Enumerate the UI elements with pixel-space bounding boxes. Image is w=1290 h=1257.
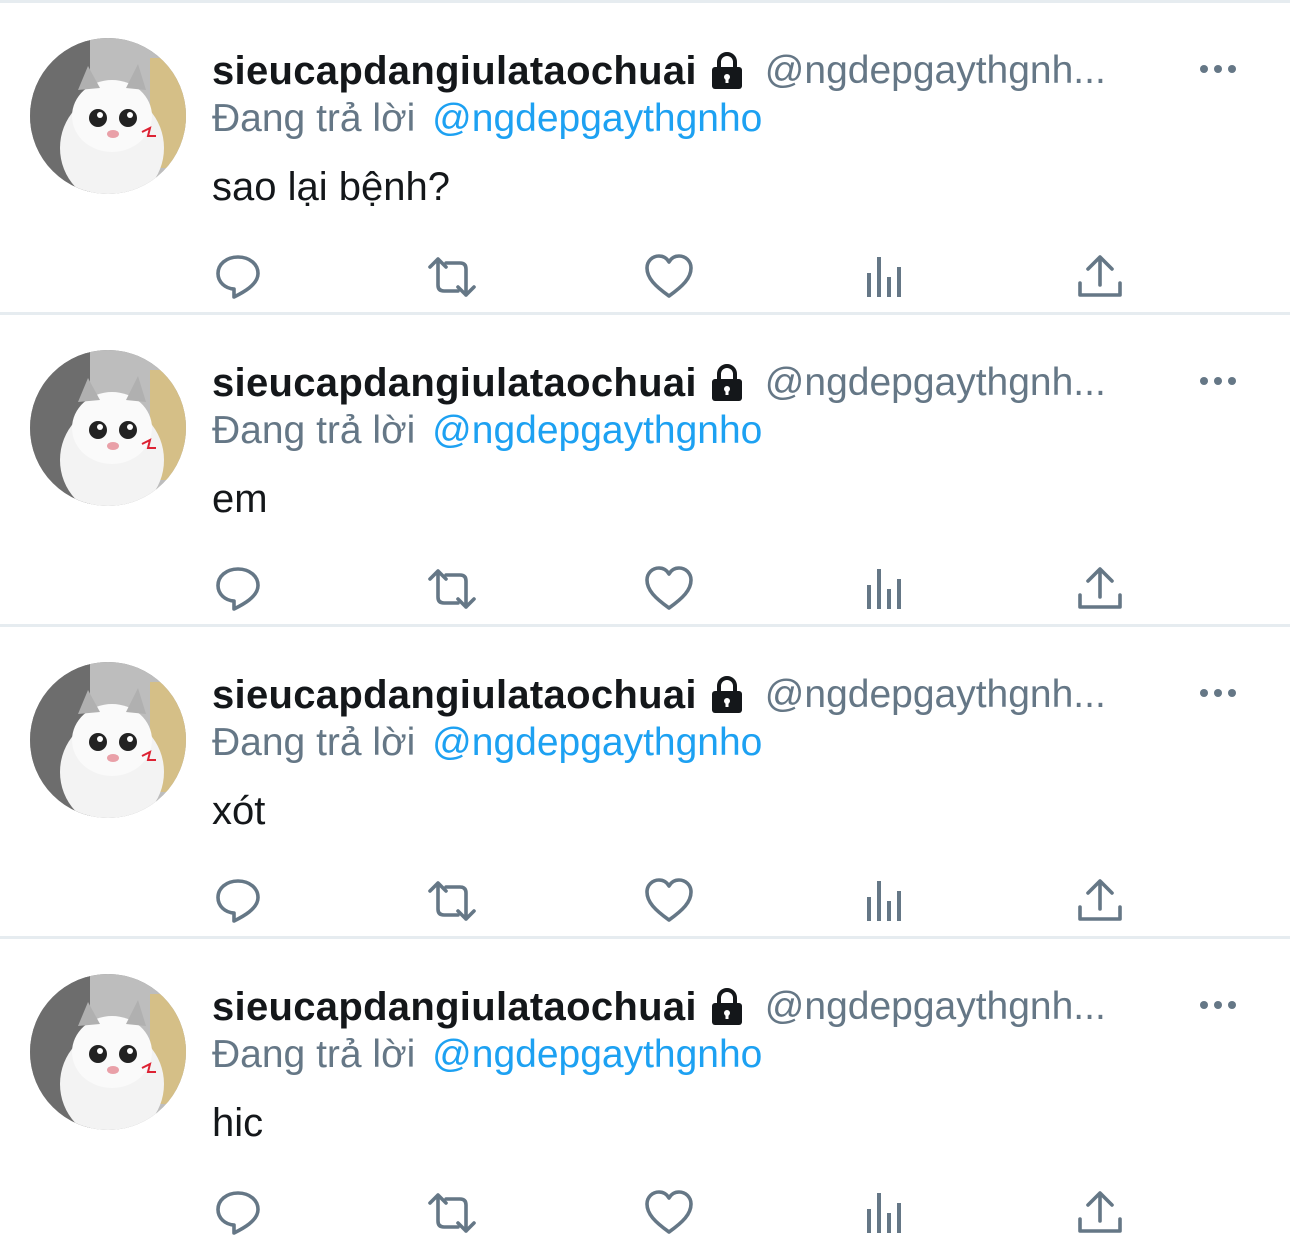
lock-icon (707, 363, 747, 403)
user-handle[interactable]: @ngdepgaythgnh... (765, 361, 1106, 405)
tweet[interactable]: sieucapdangiulataochuai @ngdepgaythgnh..… (0, 939, 1290, 1248)
reply-prefix: Đang trả lời (212, 721, 416, 764)
tweet-actions (0, 1187, 1290, 1243)
retweet-icon[interactable] (426, 251, 478, 303)
tweet-header: sieucapdangiulataochuai @ngdepgaythgnh..… (212, 47, 1106, 95)
heart-icon[interactable] (643, 563, 695, 615)
cat-avatar-icon (30, 350, 186, 506)
cat-avatar-icon (30, 974, 186, 1130)
cat-avatar-icon (30, 38, 186, 194)
tweet-text: hic (212, 1101, 264, 1145)
avatar[interactable] (30, 38, 186, 194)
display-name[interactable]: sieucapdangiulataochuai (212, 673, 697, 718)
reply-to-link[interactable]: @ngdepgaythgnho (432, 97, 762, 140)
analytics-icon[interactable] (859, 1187, 911, 1239)
tweet[interactable]: sieucapdangiulataochuai @ngdepgaythgnh..… (0, 627, 1290, 939)
tweet-actions (0, 875, 1290, 931)
tweet-header: sieucapdangiulataochuai @ngdepgaythgnh..… (212, 671, 1106, 719)
analytics-icon[interactable] (859, 251, 911, 303)
reply-icon[interactable] (212, 1187, 264, 1239)
avatar[interactable] (30, 350, 186, 506)
more-icon[interactable] (1198, 991, 1238, 1019)
tweet-actions (0, 563, 1290, 619)
share-icon[interactable] (1074, 875, 1126, 927)
tweet-header: sieucapdangiulataochuai @ngdepgaythgnh..… (212, 359, 1106, 407)
lock-icon (707, 675, 747, 715)
tweet-text: xót (212, 789, 266, 833)
tweet-feed: sieucapdangiulataochuai @ngdepgaythgnh..… (0, 3, 1290, 1248)
avatar[interactable] (30, 974, 186, 1130)
reply-context: Đang trả lời @ngdepgaythgnho (212, 409, 762, 453)
reply-to-link[interactable]: @ngdepgaythgnho (432, 1033, 762, 1076)
tweet[interactable]: sieucapdangiulataochuai @ngdepgaythgnh..… (0, 3, 1290, 315)
reply-context: Đang trả lời @ngdepgaythgnho (212, 97, 762, 141)
display-name[interactable]: sieucapdangiulataochuai (212, 361, 697, 406)
avatar[interactable] (30, 662, 186, 818)
more-icon[interactable] (1198, 55, 1238, 83)
share-icon[interactable] (1074, 563, 1126, 615)
retweet-icon[interactable] (426, 875, 478, 927)
tweet[interactable]: sieucapdangiulataochuai @ngdepgaythgnh..… (0, 315, 1290, 627)
user-handle[interactable]: @ngdepgaythgnh... (765, 49, 1106, 93)
user-handle[interactable]: @ngdepgaythgnh... (765, 673, 1106, 717)
reply-prefix: Đang trả lời (212, 409, 416, 452)
reply-icon[interactable] (212, 875, 264, 927)
analytics-icon[interactable] (859, 875, 911, 927)
retweet-icon[interactable] (426, 563, 478, 615)
heart-icon[interactable] (643, 251, 695, 303)
more-icon[interactable] (1198, 367, 1238, 395)
display-name[interactable]: sieucapdangiulataochuai (212, 49, 697, 94)
more-icon[interactable] (1198, 679, 1238, 707)
cat-avatar-icon (30, 662, 186, 818)
lock-icon (707, 987, 747, 1027)
reply-context: Đang trả lời @ngdepgaythgnho (212, 721, 762, 765)
user-handle[interactable]: @ngdepgaythgnh... (765, 985, 1106, 1029)
share-icon[interactable] (1074, 251, 1126, 303)
reply-prefix: Đang trả lời (212, 1033, 416, 1076)
reply-icon[interactable] (212, 251, 264, 303)
tweet-text: em (212, 477, 268, 521)
heart-icon[interactable] (643, 875, 695, 927)
reply-context: Đang trả lời @ngdepgaythgnho (212, 1033, 762, 1077)
tweet-actions (0, 251, 1290, 307)
reply-prefix: Đang trả lời (212, 97, 416, 140)
retweet-icon[interactable] (426, 1187, 478, 1239)
display-name[interactable]: sieucapdangiulataochuai (212, 985, 697, 1030)
tweet-header: sieucapdangiulataochuai @ngdepgaythgnh..… (212, 983, 1106, 1031)
lock-icon (707, 51, 747, 91)
heart-icon[interactable] (643, 1187, 695, 1239)
share-icon[interactable] (1074, 1187, 1126, 1239)
reply-icon[interactable] (212, 563, 264, 615)
analytics-icon[interactable] (859, 563, 911, 615)
tweet-text: sao lại bệnh? (212, 165, 450, 209)
reply-to-link[interactable]: @ngdepgaythgnho (432, 721, 762, 764)
reply-to-link[interactable]: @ngdepgaythgnho (432, 409, 762, 452)
